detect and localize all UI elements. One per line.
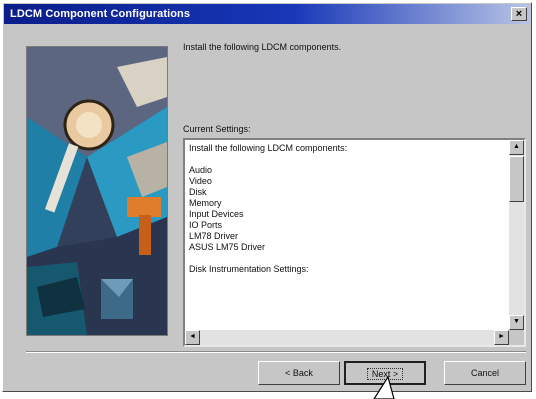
settings-line [189, 253, 506, 264]
back-button[interactable]: < Back [258, 361, 340, 385]
settings-text-content: Install the following LDCM components: Au… [189, 143, 506, 275]
window-title: LDCM Component Configurations [10, 8, 191, 20]
scroll-right-button[interactable]: ► [494, 330, 509, 345]
scroll-down-arrow-icon: ▼ [513, 318, 520, 325]
cancel-button-label: Cancel [470, 368, 499, 378]
settings-line: Disk [189, 187, 207, 197]
cancel-button[interactable]: Cancel [444, 361, 526, 385]
current-settings-label: Current Settings: [183, 124, 251, 134]
scroll-down-button[interactable]: ▼ [509, 315, 524, 330]
mouse-pointer-icon [373, 375, 395, 399]
settings-line: Video [189, 176, 212, 186]
title-bar[interactable]: LDCM Component Configurations × [4, 4, 530, 24]
horizontal-scrollbar[interactable]: ◄ ► [185, 330, 509, 345]
wizard-artwork-graphic [27, 47, 167, 335]
close-icon: × [515, 8, 523, 20]
settings-line: LM78 Driver [189, 231, 239, 241]
button-divider [26, 351, 526, 353]
settings-line: IO Ports [189, 220, 223, 230]
settings-line [189, 154, 506, 165]
scroll-corner [509, 330, 524, 345]
instruction-text: Install the following LDCM components. [183, 42, 342, 52]
current-settings-textbox[interactable]: Install the following LDCM components: Au… [183, 138, 526, 347]
settings-line: Install the following LDCM components: [189, 143, 348, 153]
scroll-up-arrow-icon: ▲ [513, 143, 520, 150]
scroll-left-button[interactable]: ◄ [185, 330, 200, 345]
close-button[interactable]: × [511, 7, 527, 21]
scroll-up-button[interactable]: ▲ [509, 140, 524, 155]
back-button-label: < Back [285, 368, 313, 378]
wizard-artwork [26, 46, 168, 336]
settings-line: ASUS LM75 Driver [189, 242, 266, 252]
scroll-right-arrow-icon: ► [498, 333, 505, 340]
vertical-scroll-thumb[interactable] [509, 156, 524, 202]
settings-line: Audio [189, 165, 213, 175]
vertical-scrollbar[interactable]: ▲ ▼ [509, 140, 524, 330]
settings-line: Memory [189, 198, 222, 208]
scroll-left-arrow-icon: ◄ [189, 333, 196, 340]
settings-line: Input Devices [189, 209, 244, 219]
settings-line: Disk Instrumentation Settings: [189, 264, 309, 274]
